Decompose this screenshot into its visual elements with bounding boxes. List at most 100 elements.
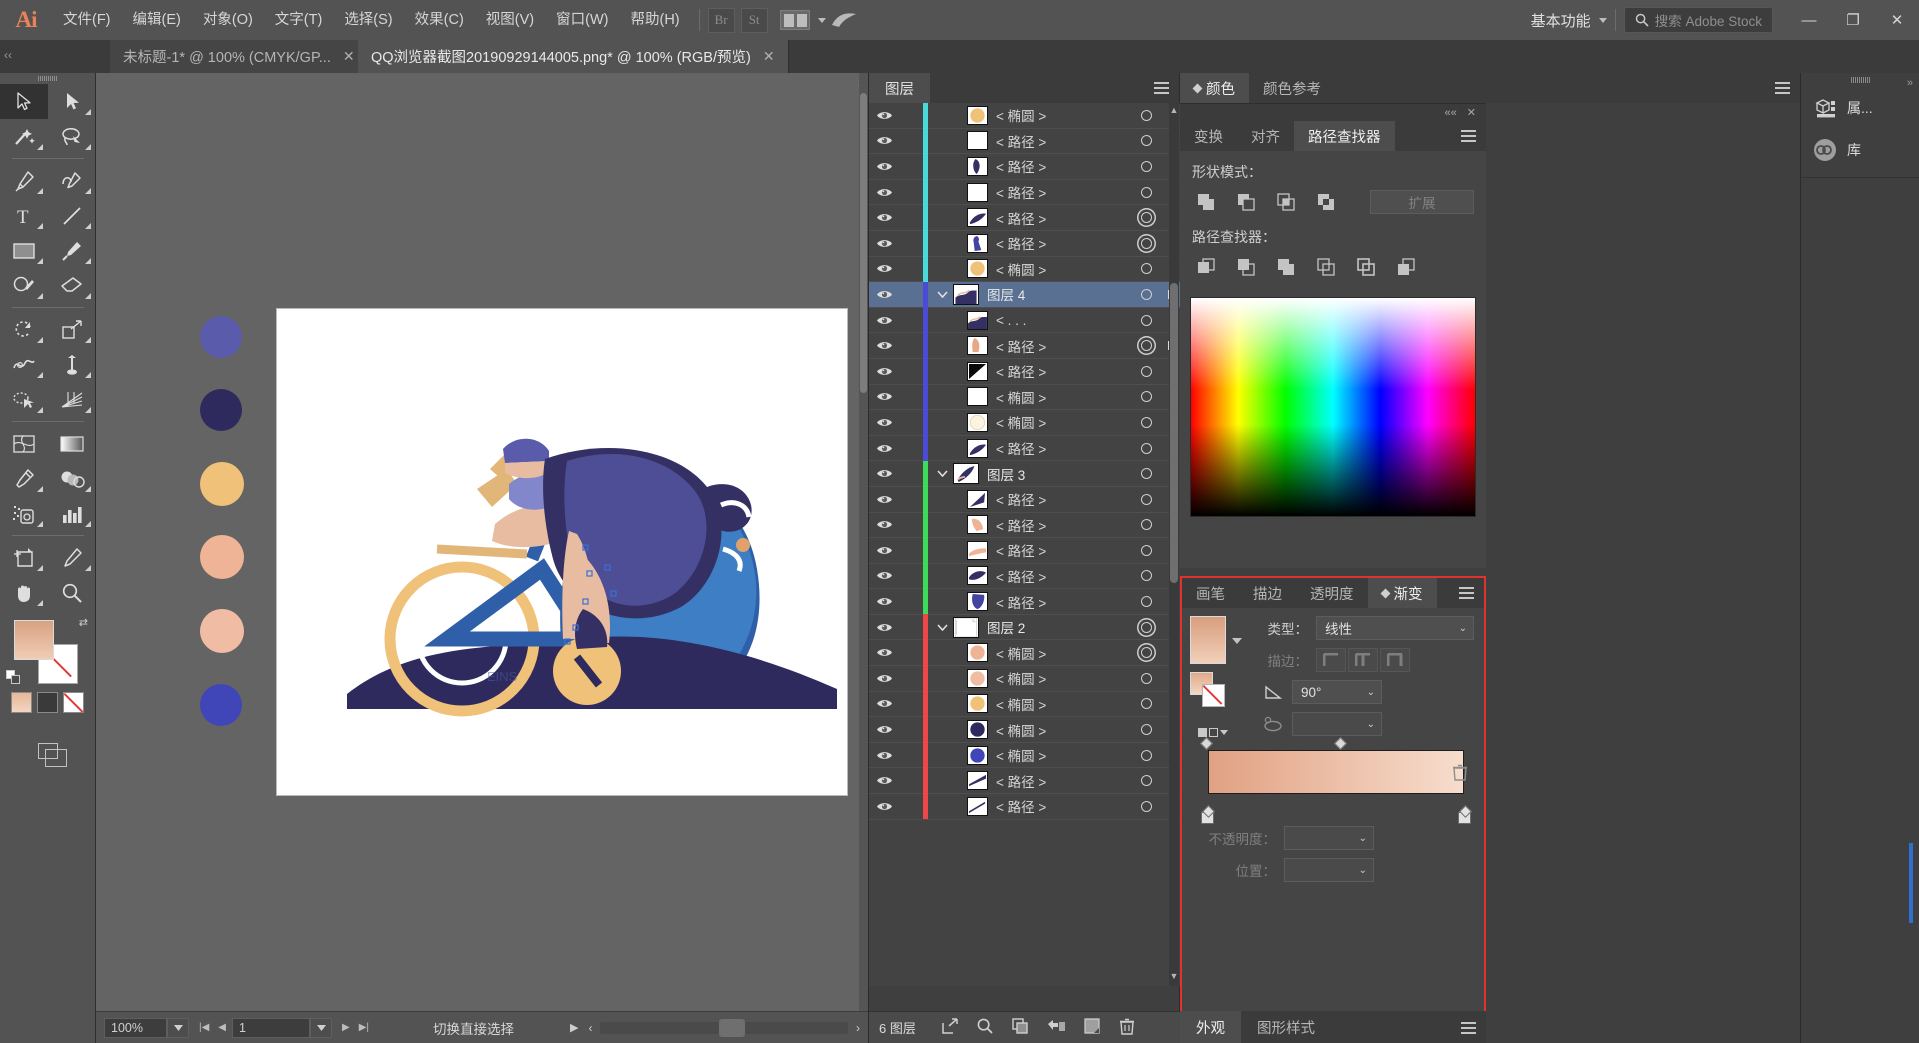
menu-3[interactable]: 文字(T): [264, 0, 334, 40]
slice-tool[interactable]: [48, 540, 96, 575]
workspace-chevron-icon[interactable]: [1598, 17, 1607, 23]
layer-name[interactable]: < 路径 >: [996, 361, 1129, 381]
layer-row[interactable]: < 椭圆 >: [869, 691, 1181, 718]
locate-object-icon[interactable]: [942, 1018, 958, 1037]
visibility-toggle-icon[interactable]: [869, 238, 899, 249]
layer-row[interactable]: 图层 4: [869, 281, 1181, 308]
layer-row[interactable]: < 椭圆 >: [869, 742, 1181, 769]
menu-6[interactable]: 视图(V): [475, 0, 545, 40]
layer-row[interactable]: < 路径 >: [869, 793, 1181, 820]
workspace-label[interactable]: 基本功能: [1523, 10, 1599, 31]
visibility-toggle-icon[interactable]: [869, 315, 899, 326]
layer-row[interactable]: < 路径 >: [869, 512, 1181, 539]
pathfinder-menu-icon[interactable]: [1461, 130, 1476, 145]
layer-target-indicator[interactable]: [1129, 442, 1163, 454]
layer-name[interactable]: < 路径 >: [996, 489, 1129, 509]
zoom-dropdown-icon[interactable]: [167, 1017, 189, 1038]
document-tab-2[interactable]: QQ浏览器截图20190929144005.png* @ 100% (RGB/预…: [358, 40, 789, 73]
layer-row[interactable]: < 椭圆 >: [869, 384, 1181, 411]
swap-fill-stroke-icon[interactable]: ⇄: [79, 616, 88, 629]
crop-icon[interactable]: [1312, 253, 1340, 281]
document-tab-1-close-icon[interactable]: ✕: [343, 48, 355, 65]
layer-row[interactable]: < 椭圆 >: [869, 256, 1181, 283]
layer-row[interactable]: < 路径 >: [869, 153, 1181, 180]
merge-icon[interactable]: [1272, 253, 1300, 281]
layer-target-indicator[interactable]: [1129, 135, 1163, 147]
screen-mode-button[interactable]: [0, 743, 95, 767]
line-segment-tool[interactable]: [48, 198, 96, 233]
hscroll-left-icon[interactable]: ‹: [588, 1021, 592, 1035]
layer-row[interactable]: 图层 2: [869, 614, 1181, 641]
layer-list[interactable]: < 椭圆 > < 路径 > < 路径 > < 路径 > < 路径 > < 路径 > < 椭圆…: [869, 103, 1181, 986]
canvas-swatch-0[interactable]: [200, 316, 242, 358]
default-fill-stroke-icon[interactable]: [6, 670, 22, 686]
tab-stroke[interactable]: 描边: [1239, 578, 1296, 608]
document-tab-1[interactable]: 未标题-1* @ 100% (CMYK/GP... ✕: [110, 40, 369, 73]
gradient-angle-input[interactable]: 90° ⌄: [1292, 680, 1382, 704]
canvas-swatch-5[interactable]: [200, 684, 242, 726]
hscroll-right-icon[interactable]: ›: [856, 1021, 860, 1035]
layer-target-indicator[interactable]: [1129, 724, 1163, 736]
free-transform-tool[interactable]: [48, 347, 96, 382]
layer-name[interactable]: < . . .: [996, 313, 1129, 328]
stroke-within-icon[interactable]: [1316, 648, 1346, 672]
layer-target-indicator[interactable]: [1129, 109, 1163, 121]
visibility-toggle-icon[interactable]: [869, 468, 899, 479]
tab-color-guide[interactable]: 颜色参考: [1249, 73, 1335, 103]
layer-target-indicator[interactable]: [1129, 800, 1163, 812]
stock-search-box[interactable]: 搜索 Adobe Stock: [1623, 7, 1773, 33]
paintbrush-tool[interactable]: [48, 233, 96, 268]
minimize-button[interactable]: —: [1787, 0, 1831, 40]
layer-name[interactable]: < 路径 >: [996, 796, 1129, 816]
layer-name[interactable]: < 椭圆 >: [996, 387, 1129, 407]
layer-row[interactable]: < 路径 >: [869, 486, 1181, 513]
visibility-toggle-icon[interactable]: [869, 494, 899, 505]
eraser-tool[interactable]: [48, 268, 96, 303]
menu-4[interactable]: 选择(S): [333, 0, 403, 40]
visibility-toggle-icon[interactable]: [869, 417, 899, 428]
layer-target-indicator[interactable]: [1129, 263, 1163, 275]
pathfinder-collapse-icon[interactable]: ««: [1445, 107, 1457, 119]
layer-disclosure-icon[interactable]: [931, 291, 953, 298]
next-artboard-button[interactable]: ▶: [342, 1022, 350, 1033]
layers-scrollbar[interactable]: [1169, 103, 1179, 986]
layer-name[interactable]: < 路径 >: [996, 515, 1129, 535]
layer-row[interactable]: < 椭圆 >: [869, 665, 1181, 692]
expand-button[interactable]: 扩展: [1370, 190, 1474, 214]
layer-row[interactable]: < 路径 >: [869, 230, 1181, 257]
layer-row[interactable]: < 路径 >: [869, 563, 1181, 590]
width-tool[interactable]: [0, 347, 48, 382]
shaper-tool[interactable]: [0, 268, 48, 303]
gradient-slider[interactable]: [1200, 737, 1471, 824]
layer-row[interactable]: < 路径 >: [869, 204, 1181, 231]
layer-name[interactable]: < 路径 >: [996, 131, 1129, 151]
dock-item-properties[interactable]: 属...: [1801, 87, 1919, 129]
canvas-swatch-3[interactable]: [200, 535, 244, 579]
layer-name[interactable]: < 椭圆 >: [996, 643, 1129, 663]
blend-tool[interactable]: [48, 461, 96, 496]
layer-row[interactable]: < 路径 >: [869, 179, 1181, 206]
tab-brushes[interactable]: 画笔: [1182, 578, 1239, 608]
fill-swatch[interactable]: [14, 620, 54, 660]
layer-row[interactable]: < 椭圆 >: [869, 639, 1181, 667]
artboard-dropdown-icon[interactable]: [310, 1017, 332, 1038]
intersect-icon[interactable]: [1272, 188, 1300, 216]
visibility-toggle-icon[interactable]: [869, 622, 899, 633]
horizontal-scrollbar[interactable]: [600, 1018, 848, 1037]
tab-layers[interactable]: 图层: [869, 73, 930, 103]
layer-row[interactable]: < 路径 >: [869, 332, 1181, 359]
visibility-toggle-icon[interactable]: [869, 724, 899, 735]
layer-row[interactable]: < 路径 >: [869, 435, 1181, 462]
gradient-tool[interactable]: [48, 426, 96, 461]
tab-pathfinder[interactable]: 路径查找器: [1294, 121, 1395, 151]
gradient-presets-chevron-icon[interactable]: [1232, 638, 1242, 644]
mesh-tool[interactable]: [0, 426, 48, 461]
visibility-toggle-icon[interactable]: [869, 212, 899, 223]
layer-name[interactable]: < 路径 >: [996, 182, 1129, 202]
layer-row[interactable]: < 路径 >: [869, 358, 1181, 385]
layer-target-indicator[interactable]: [1129, 416, 1163, 428]
canvas-swatch-2[interactable]: [200, 462, 244, 506]
tab-color[interactable]: 颜色: [1180, 73, 1249, 103]
layer-row[interactable]: 图层 3: [869, 460, 1181, 487]
layer-target-indicator[interactable]: [1129, 749, 1163, 761]
